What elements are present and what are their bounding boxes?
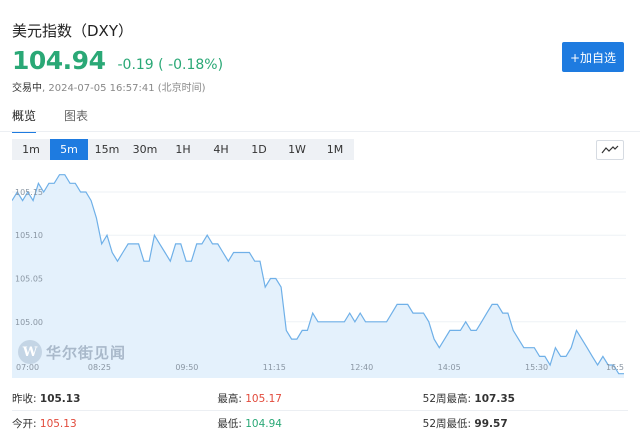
interval-1mo[interactable]: 1M (316, 139, 354, 160)
x-tick-label: 11:15 (263, 363, 286, 372)
watermark: W 华尔街见闻 (18, 340, 126, 364)
stat-low: 最低: 104.94 (217, 417, 282, 430)
y-tick-label: 105.10 (15, 231, 43, 240)
interval-selector: 1m 5m 15m 30m 1H 4H 1D 1W 1M (12, 139, 354, 160)
stats-row-2: 今开: 105.13 最低: 104.94 52周最低: 99.57 (12, 411, 628, 435)
interval-1w[interactable]: 1W (278, 139, 316, 160)
tab-chart[interactable]: 图表 (64, 107, 88, 133)
y-tick-label: 105.15 (15, 188, 43, 197)
stat-low-52w: 52周最低: 99.57 (422, 417, 508, 430)
interval-4h[interactable]: 4H (202, 139, 240, 160)
x-tick-label: 14:05 (438, 363, 461, 372)
add-watchlist-button[interactable]: +加自选 (562, 42, 624, 72)
y-tick-label: 105.05 (15, 274, 43, 283)
x-tick-label: 16:5 (606, 363, 624, 372)
price-row: 104.94 -0.19 ( -0.18%) (12, 46, 223, 75)
interval-1m[interactable]: 1m (12, 139, 50, 160)
current-price: 104.94 (12, 46, 106, 75)
watermark-logo-icon: W (18, 340, 42, 364)
interval-1h[interactable]: 1H (164, 139, 202, 160)
chart-type-button[interactable] (596, 140, 624, 160)
line-chart-icon (601, 145, 619, 154)
tab-overview[interactable]: 概览 (12, 107, 37, 133)
interval-5m[interactable]: 5m (50, 139, 88, 160)
watermark-text: 华尔街见闻 (46, 343, 127, 362)
trading-status: 交易中 (12, 83, 42, 94)
stat-prev-close: 昨收: 105.13 (12, 392, 81, 405)
tab-divider (0, 131, 640, 132)
stat-open: 今开: 105.13 (12, 417, 77, 430)
interval-30m[interactable]: 30m (126, 139, 164, 160)
stats-panel: 昨收: 105.13 最高: 105.17 52周最高: 107.35 今开: … (12, 386, 628, 435)
tab-bar: 概览 图表 (12, 107, 88, 133)
y-tick-label: 105.00 (15, 318, 43, 327)
x-tick-label: 15:30 (525, 363, 548, 372)
x-tick-label: 07:00 (16, 363, 39, 372)
interval-1d[interactable]: 1D (240, 139, 278, 160)
page-title: 美元指数（DXY） (12, 22, 133, 40)
x-tick-label: 08:25 (88, 363, 111, 372)
stats-row-1: 昨收: 105.13 最高: 105.17 52周最高: 107.35 (12, 386, 628, 410)
price-change: -0.19 ( -0.18%) (117, 57, 224, 73)
status-line: 交易中, 2024-07-05 16:57:41 (北京时间) (12, 79, 206, 94)
x-tick-label: 12:40 (350, 363, 373, 372)
stat-high-52w: 52周最高: 107.35 (422, 392, 515, 405)
interval-15m[interactable]: 15m (88, 139, 126, 160)
x-tick-label: 09:50 (175, 363, 198, 372)
timestamp: , 2024-07-05 16:57:41 (北京时间) (42, 83, 206, 94)
stat-high: 最高: 105.17 (217, 392, 282, 405)
